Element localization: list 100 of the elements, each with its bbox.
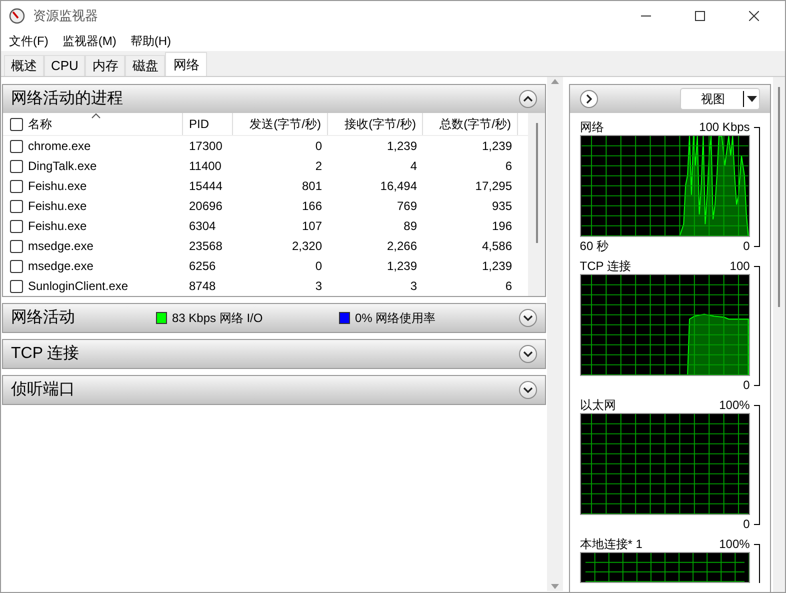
chevron-down-icon bbox=[523, 315, 533, 321]
column-header[interactable]: 总数(字节/秒) bbox=[440, 115, 511, 133]
section-header[interactable]: 网络活动 83 Kbps 网络 I/O 0% 网络使用率 bbox=[3, 304, 545, 332]
close-icon bbox=[749, 11, 759, 21]
chevron-down-icon bbox=[523, 351, 533, 357]
checkbox[interactable] bbox=[10, 240, 23, 252]
maximize-icon bbox=[695, 11, 705, 21]
checkbox[interactable] bbox=[10, 180, 23, 192]
chevron-right-icon bbox=[586, 94, 592, 104]
tab[interactable]: 内存 bbox=[85, 55, 126, 76]
menu-item[interactable]: 帮助(H) bbox=[130, 32, 171, 50]
menu-item[interactable]: 文件(F) bbox=[9, 32, 48, 50]
graph-min-label: 0 bbox=[743, 376, 750, 394]
table-cell-text: 1,239 bbox=[386, 138, 417, 155]
graph-max-label: 100% bbox=[719, 536, 750, 552]
section-header[interactable]: TCP 连接 bbox=[3, 340, 545, 368]
section-title: TCP 连接 bbox=[11, 344, 80, 364]
table-cell-text: chrome.exe bbox=[28, 138, 91, 155]
column-header[interactable]: 名称 bbox=[28, 115, 52, 133]
section-title: 网络活动的进程 bbox=[11, 88, 124, 109]
graph-title: 本地连接* 1 bbox=[580, 536, 642, 552]
table-cell-text: 23568 bbox=[189, 238, 222, 255]
table-cell-text: 2,266 bbox=[386, 238, 417, 255]
tab[interactable]: 网络 bbox=[165, 52, 208, 76]
table-cell-text: 196 bbox=[492, 218, 512, 235]
table-cell-text: 2 bbox=[315, 158, 322, 175]
table-cell-text: SunloginClient.exe bbox=[28, 278, 128, 295]
table-cell-text: 6256 bbox=[189, 258, 216, 275]
table-cell-text: 0 bbox=[315, 258, 322, 275]
table-cell-text: 89 bbox=[404, 218, 417, 235]
expand-button[interactable] bbox=[519, 309, 537, 327]
table-cell-text: 3 bbox=[410, 278, 417, 295]
table-cell-text: 17300 bbox=[189, 138, 222, 155]
gauge-icon bbox=[9, 8, 25, 24]
section-header[interactable]: 网络活动的进程 bbox=[3, 85, 545, 113]
graph-max-label: 100 bbox=[730, 258, 750, 274]
expand-button[interactable] bbox=[519, 345, 537, 363]
legend-label: 83 Kbps 网络 I/O bbox=[172, 310, 263, 327]
expand-button[interactable] bbox=[519, 381, 537, 399]
table-cell-text: 11400 bbox=[189, 158, 222, 175]
table-cell-text: 6 bbox=[505, 158, 512, 175]
graph-max-label: 100 Kbps bbox=[699, 118, 750, 136]
table-cell-text: 3 bbox=[315, 278, 322, 295]
expand-side-button[interactable] bbox=[580, 90, 598, 108]
table-cell-text: 15444 bbox=[189, 178, 222, 195]
table-cell-text: 17,295 bbox=[475, 178, 512, 195]
graph-title: 以太网 bbox=[580, 396, 616, 414]
checkbox[interactable] bbox=[10, 118, 23, 130]
graph-min-label: 0 bbox=[743, 516, 750, 532]
graph-title: TCP 连接 bbox=[580, 258, 631, 274]
dropdown-arrow-icon bbox=[747, 96, 758, 102]
tab[interactable]: CPU bbox=[44, 55, 86, 76]
table-cell-text: 20696 bbox=[189, 198, 222, 215]
view-dropdown[interactable]: 视图 bbox=[680, 88, 760, 110]
legend-label: 0% 网络使用率 bbox=[355, 310, 436, 327]
table-cell-text: 166 bbox=[302, 198, 322, 215]
tab[interactable]: 概述 bbox=[4, 55, 44, 76]
collapse-button[interactable] bbox=[519, 90, 537, 108]
graph-title: 网络 bbox=[580, 118, 604, 136]
table-cell-text: 935 bbox=[492, 198, 512, 215]
column-header[interactable]: 发送(字节/秒) bbox=[250, 115, 321, 133]
table-cell-text: 4,586 bbox=[482, 238, 512, 255]
checkbox[interactable] bbox=[10, 280, 23, 292]
scrollbar[interactable] bbox=[773, 77, 785, 592]
checkbox[interactable] bbox=[10, 260, 23, 272]
table-cell-text: 8748 bbox=[189, 278, 216, 295]
scrollbar[interactable] bbox=[528, 113, 545, 296]
table-cell-text: 801 bbox=[302, 178, 322, 195]
table-cell-text: msedge.exe bbox=[28, 238, 94, 255]
table-cell-text: 6 bbox=[505, 278, 512, 295]
section-title: 网络活动 bbox=[11, 308, 76, 328]
graph-time-label: 60 秒 bbox=[580, 238, 608, 254]
table-cell-text: 4 bbox=[410, 158, 417, 175]
window-title: 资源监视器 bbox=[33, 7, 98, 26]
section-title: 侦听端口 bbox=[11, 380, 76, 400]
table-cell-text: 107 bbox=[302, 218, 322, 235]
menu-item[interactable]: 监视器(M) bbox=[62, 32, 116, 50]
graph-min-label: 0 bbox=[743, 238, 750, 254]
table-cell-text: 2,320 bbox=[292, 238, 322, 255]
table-cell-text: Feishu.exe bbox=[28, 198, 87, 215]
checkbox[interactable] bbox=[10, 220, 23, 232]
column-header[interactable]: PID bbox=[189, 115, 210, 133]
table-cell-text: 16,494 bbox=[380, 178, 417, 195]
section-header[interactable]: 侦听端口 bbox=[3, 376, 545, 404]
table-cell-text: 769 bbox=[396, 198, 417, 215]
table-cell-text: 6304 bbox=[189, 218, 216, 235]
chevron-up-icon bbox=[523, 96, 533, 102]
scale-bracket bbox=[754, 544, 760, 583]
checkbox[interactable] bbox=[10, 200, 23, 212]
chevron-down-icon bbox=[523, 387, 533, 393]
table-cell-text: msedge.exe bbox=[28, 258, 94, 275]
tab[interactable]: 磁盘 bbox=[125, 55, 166, 76]
checkbox[interactable] bbox=[10, 140, 23, 152]
column-header[interactable]: 接收(字节/秒) bbox=[344, 115, 416, 133]
table-cell-text: 0 bbox=[315, 138, 322, 155]
table-cell-text: 1,239 bbox=[386, 258, 417, 275]
table-cell-text: 1,239 bbox=[482, 138, 512, 155]
table-cell-text: 1,239 bbox=[482, 258, 512, 275]
checkbox[interactable] bbox=[10, 160, 23, 172]
sort-caret-icon bbox=[91, 113, 101, 119]
